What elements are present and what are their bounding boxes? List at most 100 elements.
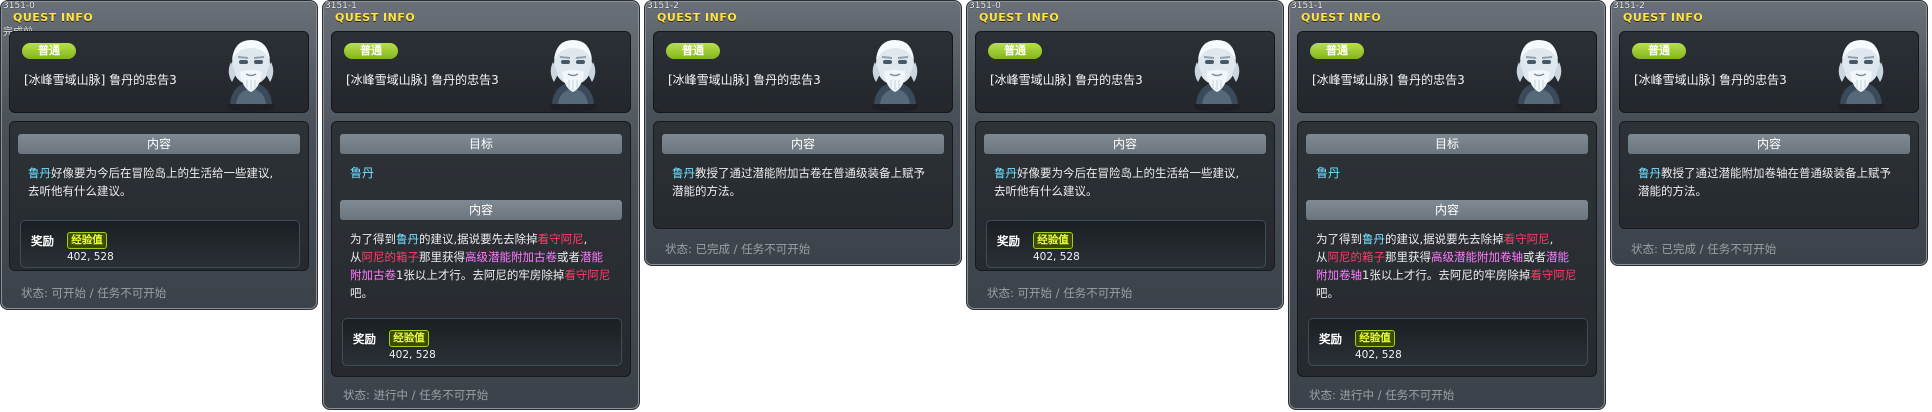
content-box: 内容 鲁丹好像要为今后在冒险岛上的生活给一些建议, 去听他有什么建议。 奖励 经… (9, 121, 309, 271)
item-highlight: 高级潜能附加卷轴 (1431, 250, 1523, 264)
exp-value: 402, 528 (67, 251, 114, 263)
target-npc: 鲁丹 (350, 166, 375, 180)
quest-name: [冰峰雪域山脉] 鲁丹的忠告3 (24, 73, 177, 87)
section-header-content: 内容 (18, 134, 300, 154)
quest-description: 鲁丹好像要为今后在冒险岛上的生活给一些建议, 去听他有什么建议。 (994, 164, 1262, 200)
description-text: 1张以上才行。去阿尼的牢房除掉 (396, 268, 565, 282)
monster-highlight: 看守阿尼 (1503, 232, 1550, 246)
section-header-content: 内容 (662, 134, 944, 154)
quest-description: 为了得到鲁丹的建议,据说要先去除掉看守阿尼, 从阿尼的箱子那里获得高级潜能附加卷… (1316, 230, 1584, 302)
monster-highlight: 看守阿尼 (1530, 268, 1577, 282)
quest-status: 状态: 可开始 / 任务不可开始 (21, 286, 167, 300)
target-npc: 鲁丹 (1316, 166, 1341, 180)
monster-highlight: 看守阿尼 (537, 232, 584, 246)
description-text: 吧。 (1316, 286, 1339, 300)
description-text: 那里获得 (419, 250, 465, 264)
difficulty-badge: 普通 (22, 43, 76, 59)
content-box: 内容 鲁丹好像要为今后在冒险岛上的生活给一些建议, 去听他有什么建议。 奖励 经… (975, 121, 1275, 271)
reward-label: 奖励 (1319, 332, 1342, 346)
difficulty-badge: 普通 (1310, 43, 1364, 59)
panel-id: 3151-2 (647, 1, 679, 11)
monster-highlight: 阿尼的箱子 (1327, 250, 1386, 264)
content-box: 目标 鲁丹 内容 为了得到鲁丹的建议,据说要先去除掉看守阿尼, 从阿尼的箱子那里… (1297, 121, 1597, 377)
reward-box: 奖励 经验值 402, 528 (986, 220, 1266, 268)
quest-panel-3151-1: 3151-1 QUEST INFO 普通 [冰峰雪域山脉] 鲁丹的忠告3 目标 … (322, 0, 640, 410)
exp-icon: 经验值 (1033, 232, 1073, 249)
quest-header: 普通 [冰峰雪域山脉] 鲁丹的忠告3 (653, 31, 953, 113)
quest-panel-3151-1: 3151-1 QUEST INFO 普通 [冰峰雪域山脉] 鲁丹的忠告3 目标 … (1288, 0, 1606, 410)
panel-id: 3151-1 (325, 1, 357, 11)
quest-panel-3151-2: 3151-2 QUEST INFO 普通 [冰峰雪域山脉] 鲁丹的忠告3 内容 … (644, 0, 962, 266)
quest-header: 普通 [冰峰雪域山脉] 鲁丹的忠告3 (1297, 31, 1597, 113)
quest-header: 普通 [冰峰雪域山脉] 鲁丹的忠告3 (331, 31, 631, 113)
npc-name-highlight: 鲁丹 (1638, 166, 1661, 180)
npc-portrait-icon (856, 34, 934, 112)
description-text: 教授了通过潜能附加古卷在普通级装备上赋予 (695, 166, 925, 180)
panel-title: QUEST INFO (657, 11, 738, 24)
item-highlight: 附加卷轴 (1316, 268, 1362, 282)
panel-title: QUEST INFO (335, 11, 416, 24)
panel-id: 3151-1 (1291, 1, 1323, 11)
quest-description: 鲁丹好像要为今后在冒险岛上的生活给一些建议, 去听他有什么建议。 (28, 164, 296, 200)
difficulty-badge: 普通 (988, 43, 1042, 59)
exp-icon: 经验值 (1355, 330, 1395, 347)
quest-description: 鲁丹教授了通过潜能附加卷轴在普通级装备上赋予 潜能的方法。 (1638, 164, 1906, 200)
item-highlight: 高级潜能附加古卷 (465, 250, 557, 264)
item-highlight: 附加古卷 (350, 268, 396, 282)
section-header-target: 目标 (1306, 134, 1588, 154)
quest-status: 状态: 进行中 / 任务不可开始 (343, 388, 489, 402)
monster-highlight: 阿尼的箱子 (361, 250, 420, 264)
reward-label: 奖励 (997, 234, 1020, 248)
description-text: 教授了通过潜能附加卷轴在普通级装备上赋予 (1661, 166, 1891, 180)
description-text: 的建议,据说要先去除掉 (1385, 232, 1504, 246)
npc-portrait-icon (534, 34, 612, 112)
monster-highlight: 看守阿尼 (564, 268, 611, 282)
description-text: , (583, 232, 588, 246)
difficulty-badge: 普通 (1632, 43, 1686, 59)
npc-portrait-icon (212, 34, 290, 112)
npc-name-highlight: 鲁丹 (1362, 232, 1385, 246)
quest-panel-3151-0: 3151-0 QUEST INFO 普通 [冰峰雪域山脉] 鲁丹的忠告3 内容 … (966, 0, 1284, 310)
quest-description: 为了得到鲁丹的建议,据说要先去除掉看守阿尼, 从阿尼的箱子那里获得高级潜能附加古… (350, 230, 618, 302)
description-text: 好像要为今后在冒险岛上的生活给一些建议, (51, 166, 274, 180)
quest-panel-3151-2: 3151-2 QUEST INFO 普通 [冰峰雪域山脉] 鲁丹的忠告3 内容 … (1610, 0, 1928, 266)
quest-status: 状态: 已完成 / 任务不可开始 (665, 242, 811, 256)
content-box: 目标 鲁丹 内容 为了得到鲁丹的建议,据说要先去除掉看守阿尼, 从阿尼的箱子那里… (331, 121, 631, 377)
section-header-target: 目标 (340, 134, 622, 154)
description-text: 或者 (1523, 250, 1546, 264)
description-text: , (1549, 232, 1554, 246)
exp-value: 402, 528 (389, 349, 436, 361)
quest-name: [冰峰雪域山脉] 鲁丹的忠告3 (990, 73, 1143, 87)
section-header-content: 内容 (340, 200, 622, 220)
reward-box: 奖励 经验值 402, 528 (342, 318, 622, 366)
npc-portrait-icon (1500, 34, 1578, 112)
description-text: 或者 (557, 250, 580, 264)
reward-box: 奖励 经验值 402, 528 (1308, 318, 1588, 366)
difficulty-badge: 普通 (666, 43, 720, 59)
description-text: 1张以上才行。去阿尼的牢房除掉 (1362, 268, 1531, 282)
description-text: 去听他有什么建议。 (994, 184, 1098, 198)
quest-header: 普通 [冰峰雪域山脉] 鲁丹的忠告3 (1619, 31, 1919, 113)
quest-name: [冰峰雪域山脉] 鲁丹的忠告3 (1312, 73, 1465, 87)
npc-name-highlight: 鲁丹 (396, 232, 419, 246)
quest-status: 状态: 已完成 / 任务不可开始 (1631, 242, 1777, 256)
panel-title: QUEST INFO (1301, 11, 1382, 24)
quest-panel-3151-0: 3151-0 QUEST INFO 完成前 普通 [冰峰雪域山脉] 鲁丹的忠告3… (0, 0, 318, 310)
difficulty-badge: 普通 (344, 43, 398, 59)
exp-value: 402, 528 (1033, 251, 1080, 263)
reward-label: 奖励 (31, 234, 54, 248)
exp-value: 402, 528 (1355, 349, 1402, 361)
quest-status: 状态: 进行中 / 任务不可开始 (1309, 388, 1455, 402)
description-text: 潜能的方法。 (672, 184, 741, 198)
npc-portrait-icon (1822, 34, 1900, 112)
quest-name: [冰峰雪域山脉] 鲁丹的忠告3 (668, 73, 821, 87)
npc-name-highlight: 鲁丹 (672, 166, 695, 180)
description-text: 那里获得 (1385, 250, 1431, 264)
description-text: 吧。 (350, 286, 373, 300)
quest-description: 鲁丹教授了通过潜能附加古卷在普通级装备上赋予 潜能的方法。 (672, 164, 940, 200)
content-box: 内容 鲁丹教授了通过潜能附加古卷在普通级装备上赋予 潜能的方法。 (653, 121, 953, 229)
exp-icon: 经验值 (67, 232, 107, 249)
npc-name-highlight: 鲁丹 (28, 166, 51, 180)
section-header-content: 内容 (984, 134, 1266, 154)
quest-info-canvas: 3151-0 QUEST INFO 完成前 普通 [冰峰雪域山脉] 鲁丹的忠告3… (0, 0, 1932, 412)
